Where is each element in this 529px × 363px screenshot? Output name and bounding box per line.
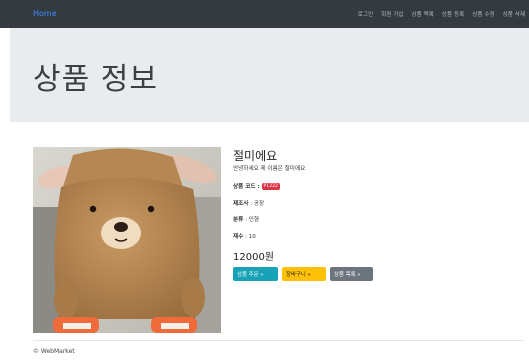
nav-product-add[interactable]: 상품 등록 <box>442 10 464 18</box>
plush-bear-image <box>33 147 221 333</box>
product-name: 절미에요 <box>233 149 278 163</box>
product-code-label: 상품 코드 : <box>233 184 260 190</box>
cart-button[interactable]: 장바구니 » <box>282 267 326 281</box>
product-code-badge: P1222 <box>261 183 280 190</box>
product-description: 안녕하세요 제 이름은 절미에요 <box>233 166 306 172</box>
maker-value: : 공장 <box>250 201 265 207</box>
category-label: 분류 <box>233 217 244 223</box>
footer-copyright: © WebMarket <box>33 348 75 355</box>
stock-value: : 10 <box>245 234 256 240</box>
nav-links: 로그인 회원 가입 상품 목록 상품 등록 상품 수정 상품 삭제 <box>358 10 525 18</box>
nav-login[interactable]: 로그인 <box>358 10 373 18</box>
category-value: : 인형 <box>245 217 260 223</box>
product-code-row: 상품 코드 : P1222 <box>233 182 280 190</box>
footer-divider <box>33 340 523 341</box>
maker-label: 제조사 <box>233 201 249 207</box>
jumbotron: 상품 정보 <box>10 28 529 122</box>
product-image <box>33 147 221 333</box>
navbar: Home 로그인 회원 가입 상품 목록 상품 등록 상품 수정 상품 삭제 <box>0 0 529 28</box>
brand-home-link[interactable]: Home <box>33 9 57 18</box>
product-list-button[interactable]: 상품 목록 » <box>330 267 373 281</box>
order-button[interactable]: 상품 주문 » <box>233 267 278 281</box>
stock-label: 재수 <box>233 234 244 240</box>
nav-signup[interactable]: 회원 가입 <box>381 10 403 18</box>
page-title: 상품 정보 <box>33 62 158 97</box>
action-buttons: 상품 주문 » 장바구니 » 상품 목록 » <box>233 267 373 281</box>
category-row: 분류 : 인형 <box>233 215 259 223</box>
product-price: 12000원 <box>233 252 275 263</box>
page: Home 로그인 회원 가입 상품 목록 상품 등록 상품 수정 상품 삭제 상… <box>0 0 529 363</box>
maker-row: 제조사 : 공장 <box>233 199 264 207</box>
nav-product-edit[interactable]: 상품 수정 <box>472 10 494 18</box>
nav-product-list[interactable]: 상품 목록 <box>412 10 434 18</box>
nav-product-delete[interactable]: 상품 삭제 <box>503 10 525 18</box>
stock-row: 재수 : 10 <box>233 232 256 240</box>
